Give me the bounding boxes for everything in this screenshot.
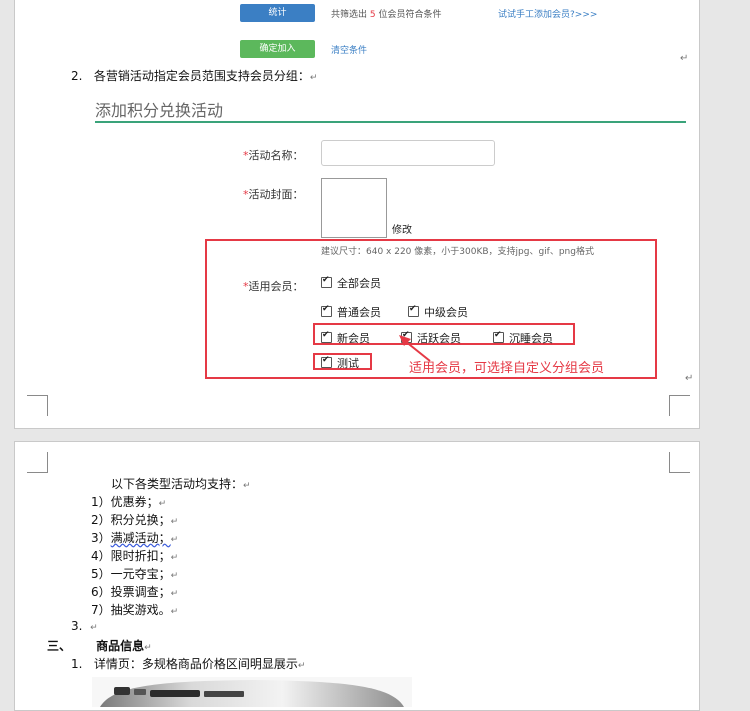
checkbox-icon [321,330,332,343]
list-number: 6） [91,585,111,599]
list-text: 一元夺宝； [110,567,171,581]
list-item: 2）积分兑换；↵ [91,513,179,527]
modify-cover-link[interactable]: 修改 [392,221,412,236]
list-item: 7）抽奖游戏。↵ [91,603,179,617]
applicable-member-label: *适用会员： [243,278,304,294]
list-item: 3）满减活动；↵ [91,531,179,545]
list-text: 积分兑换； [110,513,171,527]
list-number: 1. [71,657,83,671]
list-item-2: 2. 各营销活动指定会员范围支持会员分组：↵ [71,69,318,83]
checkbox-icon [493,330,504,343]
intro-text: 以下各类型活动均支持：↵ [111,477,251,491]
list-number: 2. [71,69,83,83]
form-title: 添加积分兑换活动 [95,101,224,120]
confirm-join-button[interactable]: 确定加入 [240,40,315,58]
manual-add-link[interactable]: 试试手工添加会员?>>> [498,7,597,20]
checkbox-normal-members[interactable]: 普通会员 [321,304,381,320]
label-text: 活动名称： [248,149,304,162]
list-text: 各营销活动指定会员范围支持会员分组： [93,69,310,83]
list-number: 7） [91,603,111,617]
crop-mark [27,395,48,416]
list-item: 4）限时折扣；↵ [91,549,179,563]
summary-suffix: 位会员符合条件 [378,10,442,20]
cover-upload-box[interactable] [321,178,387,238]
list-number: 5） [91,567,111,581]
list-item-3: 3. ↵ [71,619,98,633]
form-title-underline [95,121,686,123]
list-text: 限时折扣； [110,549,171,563]
list-number: 1） [91,495,111,509]
section-title: 商品信息 [96,639,145,653]
checkbox-mid-members[interactable]: 中级会员 [408,304,468,320]
checkbox-label: 普通会员 [337,306,381,319]
checkbox-icon [408,304,419,317]
checkbox-icon [321,304,332,317]
checkbox-all-members[interactable]: 全部会员 [321,275,381,291]
detail-item: 1. 详情页：多规格商品价格区间明显展示↵ [71,657,306,671]
intro-label: 以下各类型活动均支持： [111,477,244,491]
document-page-2: 以下各类型活动均支持：↵ 1）优惠券；↵ 2）积分兑换；↵ 3）满减活动；↵ 4… [14,441,700,711]
crop-mark [27,452,48,473]
clear-conditions-link[interactable]: 清空条件 [331,43,367,56]
checkbox-label: 新会员 [337,332,370,345]
filter-summary: 共筛选出 5 位会员符合条件 [331,7,442,20]
crop-mark [669,452,690,473]
paragraph-mark: ↵ [680,53,689,64]
checkbox-icon [321,355,332,368]
list-number: 2） [91,513,111,527]
checkbox-label: 沉睡会员 [509,332,553,345]
checkbox-sleep-members[interactable]: 沉睡会员 [493,330,553,346]
label-text: 活动封面： [248,188,304,201]
list-item: 1）优惠券；↵ [91,495,167,509]
list-number: 3. [71,619,83,633]
list-number: 4） [91,549,111,563]
crop-mark [669,395,690,416]
list-item: 5）一元夺宝；↵ [91,567,179,581]
list-item: 6）投票调查；↵ [91,585,179,599]
activity-name-label: *活动名称： [243,147,304,163]
list-text: 优惠券； [110,495,159,509]
section-number: 三、 [47,639,72,653]
checkbox-label: 测试 [337,357,359,370]
list-text: 满减活动； [110,531,171,545]
list-text: 抽奖游戏。 [110,603,171,617]
summary-prefix: 共筛选出 [331,10,368,20]
paragraph-mark: ↵ [685,373,694,384]
label-text: 适用会员： [248,280,304,293]
activity-name-input[interactable] [321,140,495,166]
activity-cover-label: *活动封面： [243,186,304,202]
list-number: 3） [91,531,111,545]
checkbox-icon [321,275,332,288]
checkbox-test[interactable]: 测试 [321,355,359,371]
member-annotation: 适用会员，可选择自定义分组会员 [409,361,605,376]
document-page-1: 统计 共筛选出 5 位会员符合条件 试试手工添加会员?>>> 确定加入 清空条件… [14,0,700,429]
list-text: 投票调查； [110,585,171,599]
product-image [92,677,412,707]
stat-button[interactable]: 统计 [240,4,315,22]
checkbox-new-members[interactable]: 新会员 [321,330,370,346]
section-heading: 三、 商品信息↵ [47,639,152,653]
checkbox-label: 全部会员 [337,277,381,290]
summary-count: 5 [369,10,376,20]
list-text: 详情页：多规格商品价格区间明显展示 [93,657,298,671]
checkbox-label: 中级会员 [424,306,468,319]
